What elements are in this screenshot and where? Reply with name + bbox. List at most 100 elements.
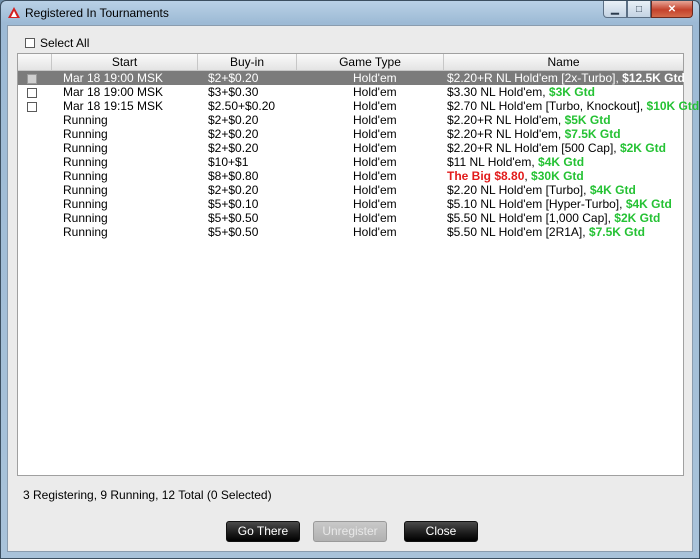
- cell-game-type: Hold'em: [353, 169, 397, 183]
- go-there-button[interactable]: Go There: [226, 521, 300, 542]
- cell-buy-in: $2.50+$0.20: [208, 99, 276, 113]
- registered-tournaments-window: Registered In Tournaments ▁ □ ✕ Select A…: [0, 0, 700, 559]
- guarantee-badge: $4K Gtd: [589, 183, 636, 197]
- guarantee-badge: $30K Gtd: [531, 169, 584, 183]
- table-row[interactable]: Running $2+$0.20 Hold'em $2.20 NL Hold'em […: [18, 183, 683, 197]
- header-start[interactable]: Start: [52, 54, 198, 70]
- guarantee-badge: $3K Gtd: [548, 85, 595, 99]
- table-row[interactable]: Running $5+$0.10 Hold'em $5.10 NL Hold'em […: [18, 197, 683, 211]
- cell-name: $11 NL Hold'em, $4K Gtd: [447, 155, 584, 169]
- table-header: Start Buy-in Game Type Name: [18, 54, 683, 71]
- cell-game-type: Hold'em: [353, 141, 397, 155]
- guarantee-badge: $4K Gtd: [538, 155, 585, 169]
- cell-name: $2.20+R NL Hold'em [2x-Turbo], $12.5K Gt…: [447, 71, 685, 85]
- dialog-body: Select All Start Buy-in Game Type Name M…: [7, 25, 699, 552]
- cell-buy-in: $3+$0.30: [208, 85, 259, 99]
- tournament-list[interactable]: Start Buy-in Game Type Name Mar 18 19:00…: [17, 53, 699, 476]
- cell-game-type: Hold'em: [353, 183, 397, 197]
- cell-name: $2.20+R NL Hold'em, $5K Gtd: [447, 113, 611, 127]
- cell-game-type: Hold'em: [353, 99, 397, 113]
- button-bar: Go There Unregister Close: [8, 512, 692, 551]
- cell-start: Running: [63, 211, 108, 225]
- close-button[interactable]: Close: [404, 521, 478, 542]
- cell-start: Running: [63, 183, 108, 197]
- cell-start: Mar 18 19:15 MSK: [63, 99, 164, 113]
- cell-start: Running: [63, 155, 108, 169]
- cell-buy-in: $5+$0.10: [208, 197, 259, 211]
- table-row[interactable]: Running $10+$1 Hold'em $11 NL Hold'em, $4K …: [18, 155, 683, 169]
- header-name[interactable]: Name: [444, 54, 683, 70]
- row-checkbox[interactable]: [27, 102, 37, 112]
- tournament-name-text: $2.20 NL Hold'em [Turbo],: [447, 183, 590, 197]
- cell-start: Running: [63, 169, 108, 183]
- close-window-button[interactable]: ✕: [651, 1, 693, 18]
- cell-buy-in: $8+$0.80: [208, 169, 259, 183]
- unregister-button: Unregister: [313, 521, 387, 542]
- select-all-checkbox[interactable]: Select All: [25, 36, 89, 50]
- tournament-name-text: $11 NL Hold'em,: [447, 155, 539, 169]
- maximize-button[interactable]: □: [627, 1, 651, 18]
- row-checkbox[interactable]: [27, 74, 37, 84]
- cell-buy-in: $2+$0.20: [208, 113, 259, 127]
- header-game-type[interactable]: Game Type: [297, 54, 444, 70]
- cell-name: The Big $8.80, $30K Gtd: [447, 169, 584, 183]
- cell-buy-in: $2+$0.20: [208, 127, 259, 141]
- cell-buy-in: $2+$0.20: [208, 141, 259, 155]
- tournament-name-text: $2.20+R NL Hold'em,: [447, 127, 565, 141]
- cell-buy-in: $5+$0.50: [208, 211, 259, 225]
- minimize-button[interactable]: ▁: [603, 1, 627, 18]
- table-row[interactable]: Running $2+$0.20 Hold'em $2.20+R NL Hold'em…: [18, 113, 683, 127]
- cell-game-type: Hold'em: [353, 127, 397, 141]
- cell-start: Running: [63, 197, 108, 211]
- cell-game-type: Hold'em: [353, 113, 397, 127]
- table-row[interactable]: Mar 18 19:15 MSK $2.50+$0.20 Hold'em $2.70 …: [18, 99, 699, 113]
- cell-name: $5.50 NL Hold'em [1,000 Cap], $2K Gtd: [447, 211, 660, 225]
- header-buy-in[interactable]: Buy-in: [198, 54, 297, 70]
- tournament-name-text: $2.20+R NL Hold'em [500 Cap],: [447, 141, 620, 155]
- cell-name: $2.20+R NL Hold'em [500 Cap], $2K Gtd: [447, 141, 666, 155]
- tournament-name-text: $2.20+R NL Hold'em [2x-Turbo],: [447, 71, 623, 85]
- table-row[interactable]: Running $8+$0.80 Hold'em The Big $8.80, $30…: [18, 169, 683, 183]
- table-row[interactable]: Running $2+$0.20 Hold'em $2.20+R NL Hold'em…: [18, 127, 683, 141]
- header-checkbox-column: [18, 54, 52, 70]
- tournament-name-text: $2.70 NL Hold'em [Turbo, Knockout],: [447, 99, 647, 113]
- cell-start: Running: [63, 127, 108, 141]
- cell-name: $2.70 NL Hold'em [Turbo, Knockout], $10K…: [447, 99, 699, 113]
- pokerstars-logo-icon: [8, 7, 20, 18]
- table-row[interactable]: Running $2+$0.20 Hold'em $2.20+R NL Hold'em…: [18, 141, 683, 155]
- cell-name: $2.20+R NL Hold'em, $7.5K Gtd: [447, 127, 621, 141]
- guarantee-badge: $2K Gtd: [614, 211, 661, 225]
- cell-game-type: Hold'em: [353, 71, 397, 85]
- cell-buy-in: $2+$0.20: [208, 71, 259, 85]
- table-row[interactable]: Mar 18 19:00 MSK $3+$0.30 Hold'em $3.30 NL …: [18, 85, 683, 99]
- select-all-label: Select All: [40, 36, 90, 50]
- guarantee-badge: $10K Gtd: [646, 99, 700, 113]
- cell-start: Mar 18 19:00 MSK: [63, 71, 164, 85]
- tournament-name-text: $3.30 NL Hold'em,: [447, 85, 549, 99]
- table-row[interactable]: Mar 18 19:00 MSK $2+$0.20 Hold'em $2.20+R N…: [18, 71, 685, 85]
- cell-buy-in: $10+$1: [208, 155, 249, 169]
- tournament-name-text: $5.10 NL Hold'em [Hyper-Turbo],: [447, 197, 626, 211]
- cell-buy-in: $5+$0.50: [208, 225, 259, 239]
- cell-name: $5.10 NL Hold'em [Hyper-Turbo], $4K Gtd: [447, 197, 672, 211]
- cell-buy-in: $2+$0.20: [208, 183, 259, 197]
- guarantee-badge: $12.5K Gtd: [622, 71, 685, 85]
- tournament-name-text: $2.20+R NL Hold'em,: [447, 113, 565, 127]
- window-controls: ▁ □ ✕: [603, 1, 693, 18]
- cell-name: $2.20 NL Hold'em [Turbo], $4K Gtd: [447, 183, 636, 197]
- cell-game-type: Hold'em: [353, 225, 397, 239]
- row-checkbox[interactable]: [27, 88, 37, 98]
- cell-start: Running: [63, 225, 108, 239]
- title-bar[interactable]: Registered In Tournaments ▁ □ ✕: [1, 1, 699, 25]
- select-all-checkbox-box[interactable]: [25, 38, 35, 48]
- cell-game-type: Hold'em: [353, 155, 397, 169]
- window-title: Registered In Tournaments: [25, 6, 169, 20]
- tournament-name-text: $5.50 NL Hold'em [2R1A],: [447, 225, 589, 239]
- tournament-name-text: $5.50 NL Hold'em [1,000 Cap],: [447, 211, 615, 225]
- cell-start: Mar 18 19:00 MSK: [63, 85, 164, 99]
- cell-start: Running: [63, 141, 108, 155]
- cell-game-type: Hold'em: [353, 211, 397, 225]
- table-row[interactable]: Running $5+$0.50 Hold'em $5.50 NL Hold'em […: [18, 225, 683, 239]
- table-row[interactable]: Running $5+$0.50 Hold'em $5.50 NL Hold'em […: [18, 211, 683, 225]
- cell-game-type: Hold'em: [353, 85, 397, 99]
